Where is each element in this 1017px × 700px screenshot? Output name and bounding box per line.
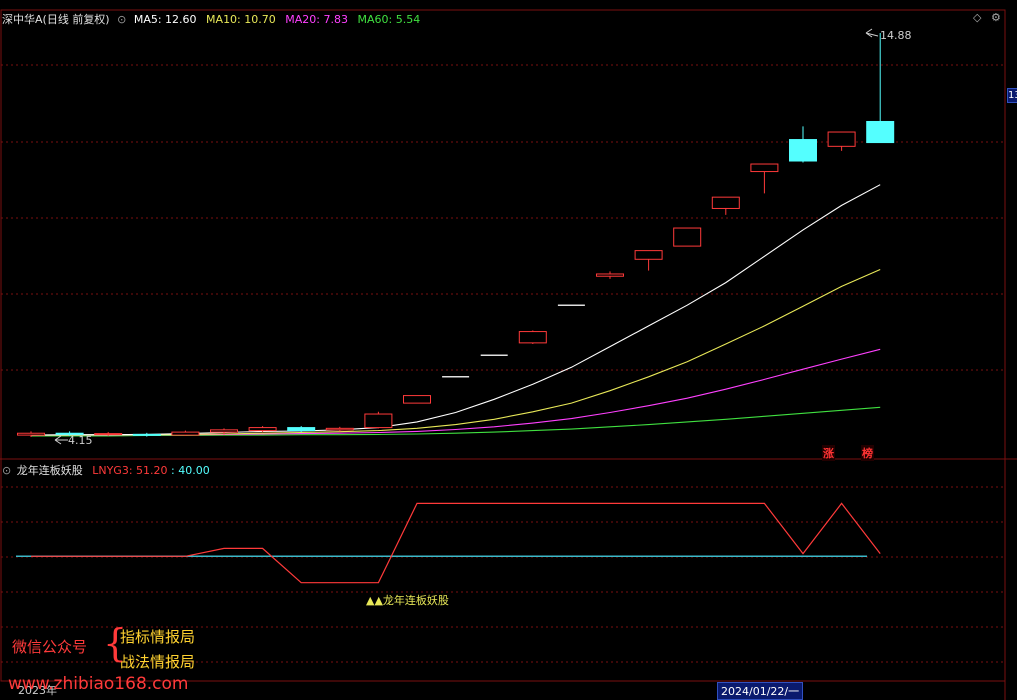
- candle-body: [634, 250, 663, 260]
- indicator-name[interactable]: 龙年连板妖股: [17, 464, 83, 477]
- main-chart-header: 深中华A(日线 前复权) ⊙ MA5: 12.60 MA10: 10.70 MA…: [2, 11, 426, 27]
- high-arrow-icon: [865, 28, 879, 38]
- candle-body: [866, 120, 895, 144]
- stock-title[interactable]: 深中华A(日线 前复权): [2, 13, 110, 26]
- ma10-label: MA10: 10.70: [206, 13, 276, 26]
- watermark-url[interactable]: www.zhibiao168.com: [8, 674, 188, 694]
- candle-body: [248, 427, 277, 432]
- candle-body: [827, 131, 856, 147]
- ma60-label: MA60: 5.54: [357, 13, 421, 26]
- date-box: 2024/01/22/一: [717, 682, 804, 700]
- low-price-label: 4.15: [68, 434, 93, 447]
- candle-body: [596, 273, 624, 277]
- candle-body: [364, 413, 393, 429]
- candle-body: [518, 331, 547, 344]
- candle-body: [673, 227, 702, 247]
- main-panel-frame: [0, 9, 1006, 460]
- indicator-lines: [16, 502, 881, 584]
- candle-body: [789, 139, 817, 162]
- candle-body: [750, 163, 779, 173]
- signal-label: ▲▲龙年连板妖股: [366, 594, 449, 607]
- chart-svg: [0, 9, 1017, 700]
- candle-body: [711, 196, 740, 209]
- wechat-label: 微信公众号: [12, 638, 88, 656]
- ma60-line: [31, 406, 881, 437]
- ma5-line: [30, 184, 881, 436]
- candle-body: [171, 431, 200, 436]
- ma5-label: MA5: 12.60: [133, 13, 197, 26]
- candle-body: [287, 427, 316, 432]
- diamond-icon[interactable]: ◇: [973, 11, 981, 24]
- settings-gear-icon[interactable]: ⚙: [991, 11, 1001, 24]
- watermark-line1: 指标情报局: [120, 628, 196, 646]
- candle-body: [403, 395, 431, 404]
- watermark-line2: 战法情报局: [120, 653, 196, 671]
- indicator-value2-label: : 40.00: [171, 464, 210, 477]
- candle-body: [132, 433, 161, 436]
- high-price-label: 14.88: [880, 29, 912, 42]
- ma20-line: [31, 348, 881, 436]
- lnyg-line: [31, 502, 881, 584]
- zhang-tag[interactable]: 涨: [822, 445, 835, 461]
- right-axis-price-tag: 13: [1007, 88, 1017, 103]
- indicator-collapse-icon[interactable]: ⊙: [2, 464, 11, 477]
- candle-body: [325, 427, 354, 431]
- candles: [17, 33, 895, 437]
- collapse-chevron-icon[interactable]: ⊙: [117, 13, 126, 26]
- candle-body: [94, 433, 123, 436]
- indicator-panel-frame: [0, 458, 1006, 682]
- indicator-header: ⊙ 龙年连板妖股 LNYG3: 51.20 : 40.00: [2, 462, 216, 478]
- low-arrow-icon: [54, 435, 68, 445]
- indicator-series-label: LNYG3: 51.20: [92, 464, 168, 477]
- ma-lines: [30, 184, 881, 437]
- ma20-label: MA20: 7.83: [285, 13, 348, 26]
- candle-body: [17, 432, 45, 436]
- candle-body: [210, 429, 238, 433]
- bang-tag[interactable]: 榜: [861, 445, 874, 461]
- grid-lines: [1, 64, 1005, 663]
